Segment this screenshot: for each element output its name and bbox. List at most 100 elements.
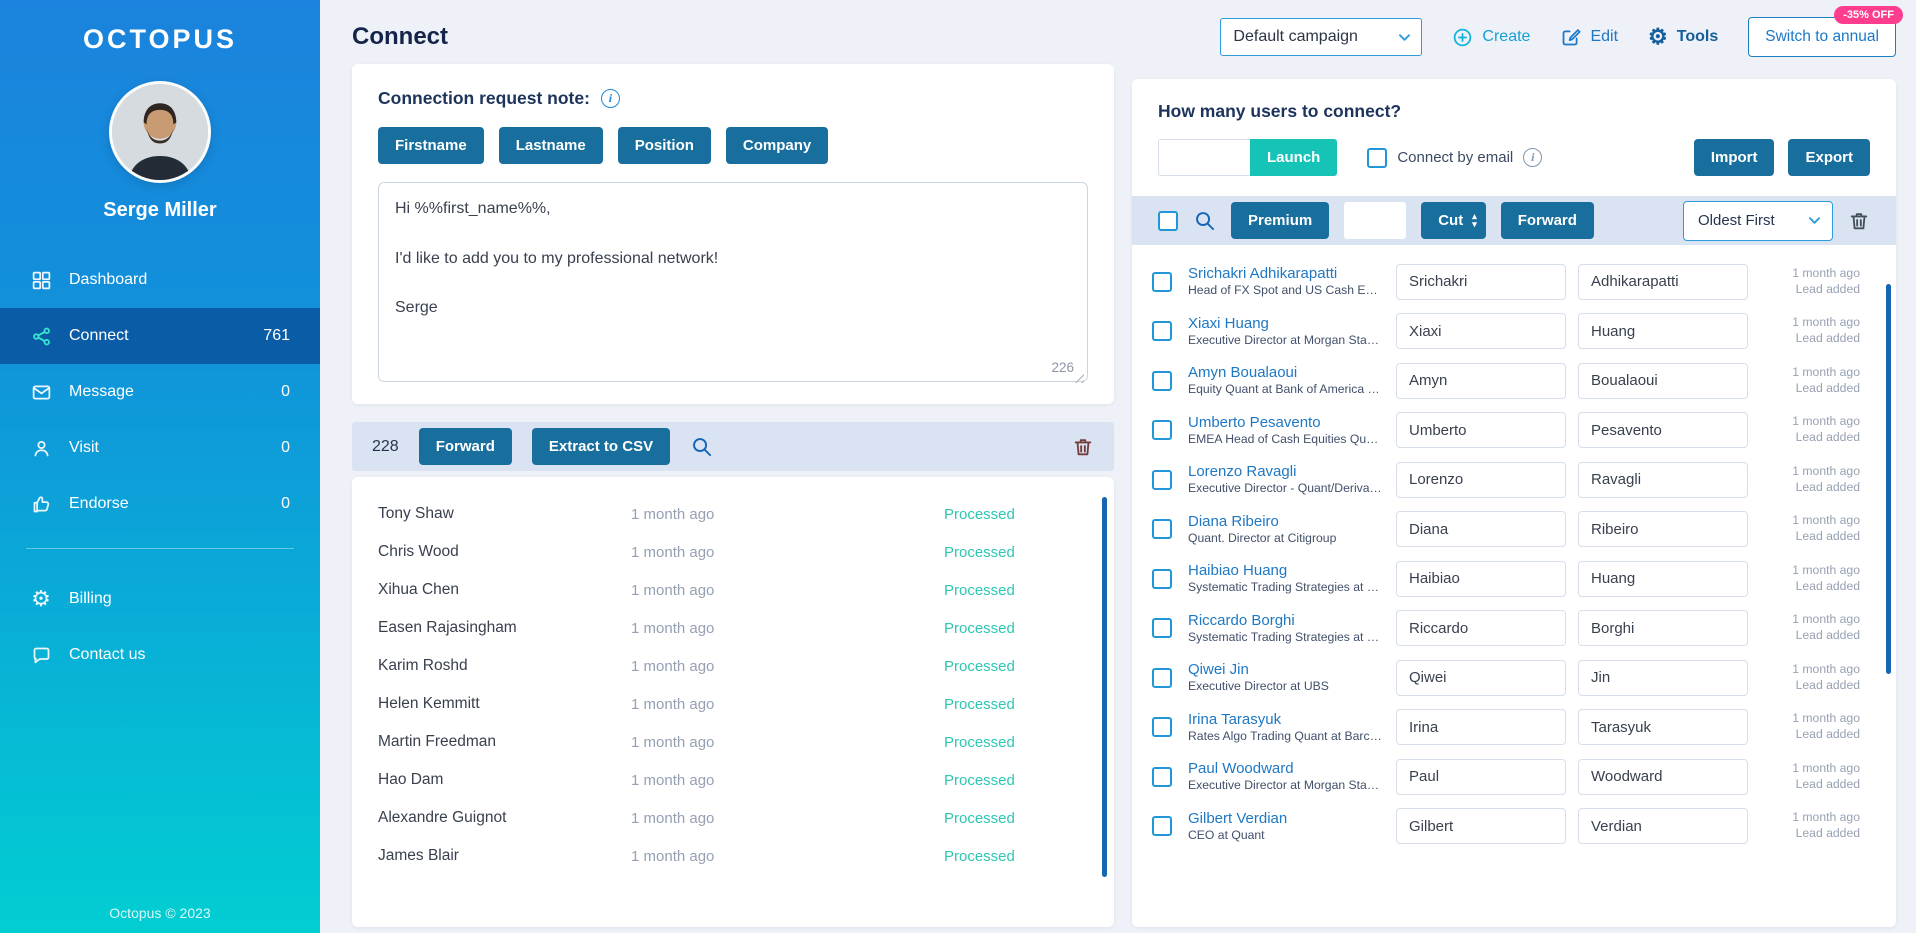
sidebar-menu: Dashboard Connect 761 Message 0 Visit 0 <box>0 252 320 532</box>
cut-spinner-icon[interactable] <box>1472 213 1477 227</box>
company-tag-button[interactable]: Company <box>725 127 829 164</box>
contact-checkbox[interactable] <box>1152 766 1172 787</box>
contact-first-name-input[interactable] <box>1396 263 1566 300</box>
contact-name-link[interactable]: Srichakri Adhikarapatti <box>1188 265 1384 283</box>
premium-button[interactable]: Premium <box>1231 202 1330 239</box>
export-button[interactable]: Export <box>1788 139 1870 176</box>
contact-checkbox[interactable] <box>1152 469 1172 490</box>
launch-button[interactable]: Launch <box>1250 139 1338 176</box>
contact-checkbox[interactable] <box>1152 816 1172 837</box>
contact-checkbox[interactable] <box>1152 321 1172 342</box>
sidebar-item-dashboard[interactable]: Dashboard <box>0 252 320 308</box>
contact-name-link[interactable]: Amyn Boualaoui <box>1188 364 1384 382</box>
connect-by-email-checkbox[interactable] <box>1367 147 1388 168</box>
contact-first-name-input[interactable] <box>1396 758 1566 795</box>
import-button[interactable]: Import <box>1693 139 1775 176</box>
contact-checkbox[interactable] <box>1152 667 1172 688</box>
contact-checkbox[interactable] <box>1152 271 1172 292</box>
contact-last-name-input[interactable] <box>1578 808 1748 845</box>
campaign-select[interactable]: Default campaign <box>1220 18 1423 56</box>
contact-last-name-input[interactable] <box>1578 610 1748 647</box>
contact-first-name-input[interactable] <box>1396 709 1566 746</box>
search-icon[interactable] <box>690 435 713 458</box>
contact-last-name-input[interactable] <box>1578 362 1748 399</box>
scrollbar-thumb[interactable] <box>1102 497 1107 877</box>
contact-name-link[interactable]: Riccardo Borghi <box>1188 612 1384 630</box>
contact-name-link[interactable]: Qiwei Jin <box>1188 661 1384 679</box>
contact-name-link[interactable]: Gilbert Verdian <box>1188 810 1384 828</box>
contact-name-link[interactable]: Xiaxi Huang <box>1188 315 1384 333</box>
processed-status: Processed <box>944 505 1015 523</box>
contact-first-name-input[interactable] <box>1396 412 1566 449</box>
contact-checkbox[interactable] <box>1152 568 1172 589</box>
contact-last-name-input[interactable] <box>1578 560 1748 597</box>
connect-card-header: How many users to connect? Launch Connec… <box>1132 79 1896 176</box>
contact-last-name-input[interactable] <box>1578 709 1748 746</box>
select-all-checkbox[interactable] <box>1158 210 1178 231</box>
contact-name-link[interactable]: Irina Tarasyuk <box>1188 711 1384 729</box>
edit-button[interactable]: Edit <box>1560 27 1618 48</box>
contact-first-name-input[interactable] <box>1396 511 1566 548</box>
contact-name-link[interactable]: Haibiao Huang <box>1188 562 1384 580</box>
contact-name-link[interactable]: Lorenzo Ravagli <box>1188 463 1384 481</box>
contact-checkbox[interactable] <box>1152 370 1172 391</box>
contact-first-name-input[interactable] <box>1396 560 1566 597</box>
contact-time: 1 month ago <box>1792 463 1860 478</box>
contact-checkbox[interactable] <box>1152 717 1172 738</box>
contact-status: Lead added <box>1795 727 1860 742</box>
forward-button[interactable]: Forward <box>418 428 512 465</box>
position-tag-button[interactable]: Position <box>617 127 711 164</box>
scrollbar-thumb[interactable] <box>1886 284 1891 674</box>
trash-icon[interactable] <box>1072 436 1094 458</box>
sort-select[interactable]: Oldest First <box>1683 200 1833 241</box>
contact-last-name-input[interactable] <box>1578 659 1748 696</box>
contact-last-name-input[interactable] <box>1578 758 1748 795</box>
processed-status: Processed <box>944 771 1015 789</box>
contact-last-name-input[interactable] <box>1578 511 1748 548</box>
contact-last-name-input[interactable] <box>1578 461 1748 498</box>
contact-checkbox[interactable] <box>1152 519 1172 540</box>
cut-button[interactable]: Cut <box>1421 202 1486 239</box>
lastname-tag-button[interactable]: Lastname <box>498 127 603 164</box>
sidebar-item-contact-us[interactable]: Contact us <box>0 627 320 683</box>
contact-last-name-input[interactable] <box>1578 313 1748 350</box>
sidebar-item-visit[interactable]: Visit 0 <box>0 420 320 476</box>
firstname-tag-button[interactable]: Firstname <box>378 127 484 164</box>
tools-button[interactable]: Tools <box>1648 26 1718 49</box>
contact-last-name-input[interactable] <box>1578 412 1748 449</box>
contact-meta: 1 month ago Lead added <box>1760 365 1860 397</box>
note-column: Connection request note: Firstname Lastn… <box>352 64 1114 927</box>
info-icon[interactable] <box>1523 148 1543 167</box>
contact-name-link[interactable]: Umberto Pesavento <box>1188 414 1384 432</box>
contact-last-name-input[interactable] <box>1578 263 1748 300</box>
note-textarea[interactable]: Hi %%first_name%%, I'd like to add you t… <box>378 182 1088 382</box>
contact-first-name-input[interactable] <box>1396 313 1566 350</box>
contact-name-link[interactable]: Paul Woodward <box>1188 760 1384 778</box>
create-button[interactable]: Create <box>1452 27 1530 48</box>
contact-first-name-input[interactable] <box>1396 461 1566 498</box>
cut-count-input[interactable] <box>1344 202 1407 239</box>
sidebar-item-endorse[interactable]: Endorse 0 <box>0 476 320 532</box>
info-icon[interactable] <box>600 89 620 108</box>
sidebar-item-connect[interactable]: Connect 761 <box>0 308 320 364</box>
table-row: Xihua Chen 1 month ago Processed <box>378 571 1114 609</box>
users-count-input[interactable] <box>1158 139 1250 176</box>
trash-icon[interactable] <box>1848 210 1870 232</box>
contact-first-name-input[interactable] <box>1396 362 1566 399</box>
contact-first-name-input[interactable] <box>1396 659 1566 696</box>
content-columns: Connection request note: Firstname Lastn… <box>352 64 1896 927</box>
contact-first-name-input[interactable] <box>1396 808 1566 845</box>
table-row: Easen Rajasingham 1 month ago Processed <box>378 609 1114 647</box>
switch-to-annual-button[interactable]: Switch to annual -35% OFF <box>1748 6 1903 57</box>
processed-status: Processed <box>944 581 1015 599</box>
sidebar-item-billing[interactable]: Billing <box>0 571 320 627</box>
forward-button[interactable]: Forward <box>1500 202 1594 239</box>
contact-subtitle: Rates Algo Trading Quant at Barcl… <box>1188 728 1384 743</box>
contact-checkbox[interactable] <box>1152 420 1172 441</box>
contact-name-link[interactable]: Diana Ribeiro <box>1188 513 1384 531</box>
contact-first-name-input[interactable] <box>1396 610 1566 647</box>
extract-csv-button[interactable]: Extract to CSV <box>531 428 671 465</box>
contact-checkbox[interactable] <box>1152 618 1172 639</box>
sidebar-item-message[interactable]: Message 0 <box>0 364 320 420</box>
search-icon[interactable] <box>1193 209 1216 232</box>
